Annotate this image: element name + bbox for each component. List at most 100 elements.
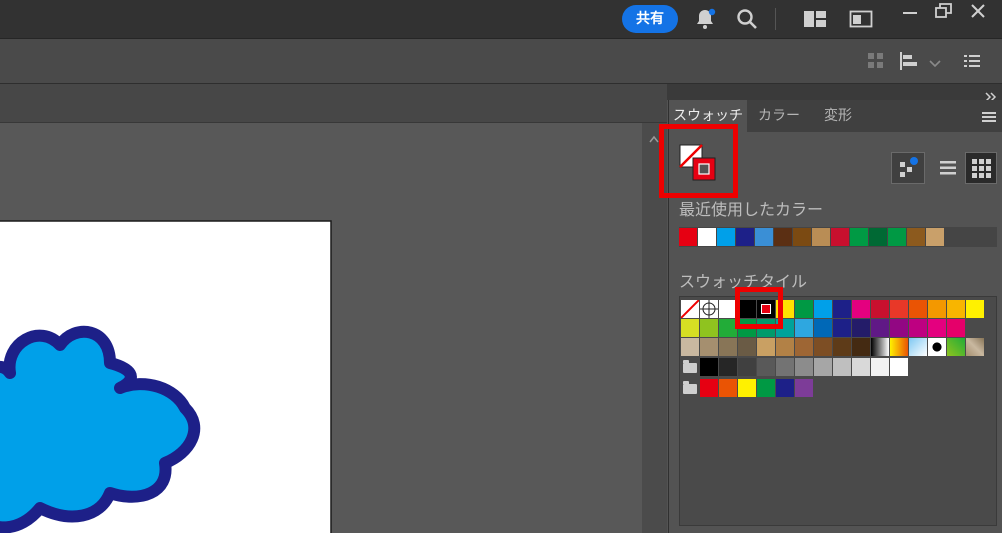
swatch[interactable] [738,358,756,376]
swatch[interactable] [776,338,794,356]
swatch[interactable] [833,338,851,356]
recent-color-swatch[interactable] [736,228,754,246]
list-icon[interactable] [962,51,982,71]
swatch-libraries-icon[interactable] [891,152,925,184]
swatch[interactable] [852,300,870,318]
align-icon[interactable] [898,51,922,71]
swatch[interactable] [814,358,832,376]
recent-color-swatch[interactable] [774,228,792,246]
recent-color-swatch[interactable] [755,228,773,246]
recent-color-swatch[interactable] [793,228,811,246]
recent-colors-label: 最近使用したカラー [679,200,824,219]
list-view-icon[interactable] [933,152,963,184]
swatch[interactable] [700,379,718,397]
artboard[interactable] [0,123,642,533]
swatch[interactable] [757,338,775,356]
collapse-panels-icon[interactable] [985,87,997,102]
panel-menu-icon[interactable] [981,109,997,123]
swatch[interactable] [681,319,699,337]
swatch[interactable] [738,379,756,397]
tab-transform[interactable]: 変形 [811,100,865,132]
swatch[interactable] [776,358,794,376]
swatch[interactable] [928,319,946,337]
swatch[interactable] [681,338,699,356]
recent-color-swatch[interactable] [888,228,906,246]
swatch[interactable] [776,379,794,397]
swatch[interactable] [966,300,984,318]
swatch[interactable] [890,319,908,337]
swatch-gradient-blue[interactable] [909,338,927,356]
swatch[interactable] [795,300,813,318]
arrange-documents-icon[interactable] [803,9,827,29]
swatch[interactable] [814,338,832,356]
swatch[interactable] [947,300,965,318]
highlight-fill-stroke [659,124,738,198]
recent-color-swatch[interactable] [926,228,944,246]
minimize-icon[interactable] [898,0,922,24]
swatch[interactable] [700,319,718,337]
swatch[interactable] [833,300,851,318]
swatch[interactable] [795,358,813,376]
swatch[interactable] [700,358,718,376]
recent-color-swatch[interactable] [812,228,830,246]
swatch-gradient-orange[interactable] [890,338,908,356]
swatch[interactable] [719,338,737,356]
search-icon[interactable] [735,7,759,31]
folder-icon[interactable] [683,381,697,394]
swatch[interactable] [909,300,927,318]
top-bar: 共有 [0,0,1002,39]
swatch[interactable] [757,379,775,397]
swatch[interactable] [719,358,737,376]
chevron-down-icon[interactable] [929,54,941,68]
divider [775,8,776,30]
swatch-pattern-dots[interactable] [928,338,946,356]
swatch-registration[interactable] [700,300,718,318]
swatch[interactable] [890,300,908,318]
swatch[interactable] [814,319,832,337]
swatch[interactable] [795,338,813,356]
thumbnail-view-icon[interactable] [965,152,997,184]
arrow-up-icon[interactable] [649,128,659,143]
recent-color-swatch[interactable] [698,228,716,246]
swatch[interactable] [795,379,813,397]
highlight-selected-swatch [735,287,783,329]
swatch[interactable] [814,300,832,318]
canvas[interactable] [0,123,642,533]
recent-color-swatch[interactable] [679,228,697,246]
swatch[interactable] [852,319,870,337]
recent-color-swatch[interactable] [831,228,849,246]
swatch[interactable] [852,358,870,376]
swatch[interactable] [852,338,870,356]
close-icon[interactable] [966,0,990,24]
restore-icon[interactable] [932,0,956,24]
swatch[interactable] [757,358,775,376]
folder-icon[interactable] [683,360,697,373]
tab-color[interactable]: カラー [749,100,809,132]
swatch-pattern-texture[interactable] [966,338,984,356]
recent-color-swatch[interactable] [869,228,887,246]
swatch-pattern-green[interactable] [947,338,965,356]
recent-color-swatch[interactable] [717,228,735,246]
swatches-panel: スウォッチ カラー 変形 最近使用したカラー スウォッチタイル [659,100,1002,533]
share-button[interactable]: 共有 [622,5,678,33]
swatch[interactable] [833,358,851,376]
swatch-gradient-bw[interactable] [871,338,889,356]
swatch[interactable] [833,319,851,337]
swatch[interactable] [947,319,965,337]
swatch-none[interactable] [680,299,700,319]
swatch[interactable] [700,338,718,356]
bell-icon[interactable] [693,7,717,31]
swatch[interactable] [738,338,756,356]
swatch[interactable] [928,300,946,318]
swatch[interactable] [871,319,889,337]
workspace-icon[interactable] [849,9,873,29]
swatch[interactable] [871,300,889,318]
swatch[interactable] [909,319,927,337]
recent-color-swatch[interactable] [907,228,925,246]
grid-dots-icon[interactable] [866,51,886,71]
swatch[interactable] [795,319,813,337]
swatch[interactable] [871,358,889,376]
recent-color-swatch[interactable] [850,228,868,246]
swatch[interactable] [719,379,737,397]
swatch[interactable] [890,358,908,376]
